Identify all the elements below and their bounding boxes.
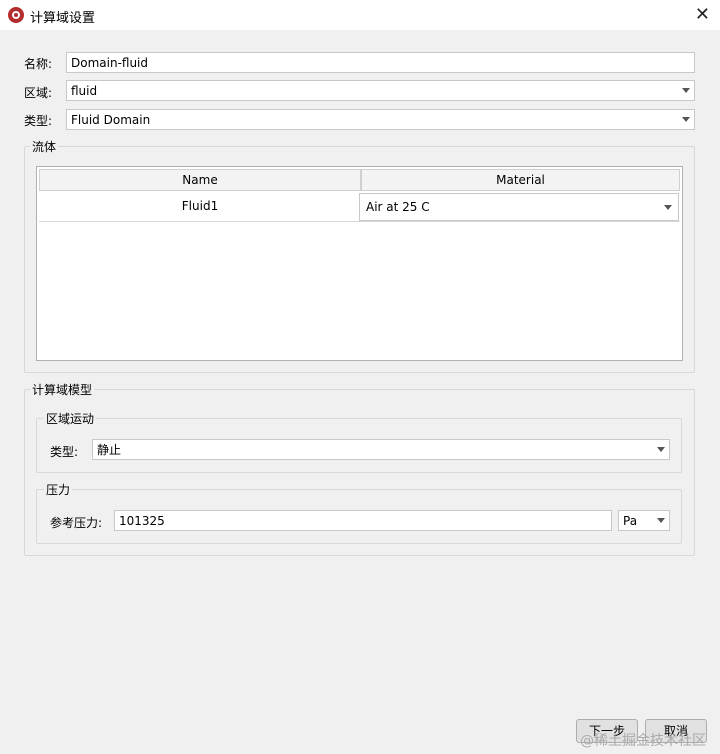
- name-input[interactable]: Domain-fluid: [66, 52, 695, 73]
- pressure-unit-select[interactable]: Pa: [618, 510, 670, 531]
- motion-group-title: 区域运动: [44, 410, 97, 427]
- type-select[interactable]: Fluid Domain: [66, 109, 695, 130]
- table-cell-fluid-name[interactable]: Fluid1: [39, 191, 361, 221]
- name-label: 名称:: [24, 57, 53, 71]
- chevron-down-icon: [664, 205, 672, 210]
- material-select-value: Air at 25 C: [366, 200, 430, 214]
- region-label: 区域:: [24, 86, 53, 100]
- chevron-down-icon: [682, 88, 690, 93]
- type-label: 类型:: [24, 114, 53, 128]
- domain-model-group-title: 计算域模型: [30, 381, 95, 398]
- window-title: 计算域设置: [30, 11, 96, 26]
- chevron-down-icon: [657, 447, 665, 452]
- app-logo-icon: [8, 7, 24, 23]
- title-bar: 计算域设置 ✕: [0, 0, 720, 30]
- type-select-value: Fluid Domain: [71, 113, 151, 127]
- region-select-value: fluid: [71, 84, 98, 98]
- motion-type-select[interactable]: 静止: [92, 439, 670, 460]
- table-header-name[interactable]: Name: [39, 169, 361, 191]
- reference-pressure-label: 参考压力:: [50, 516, 103, 530]
- pressure-group-title: 压力: [44, 481, 73, 498]
- close-icon[interactable]: ✕: [695, 4, 710, 25]
- material-select[interactable]: Air at 25 C: [359, 193, 679, 221]
- watermark-text: @稀土掘金技术社区: [580, 733, 706, 749]
- region-select[interactable]: fluid: [66, 80, 695, 101]
- motion-type-label: 类型:: [50, 445, 79, 459]
- chevron-down-icon: [682, 117, 690, 122]
- reference-pressure-input[interactable]: 101325: [114, 510, 612, 531]
- fluid-table: Name Material Fluid1 Air at 25 C: [36, 166, 683, 361]
- table-header-material[interactable]: Material: [361, 169, 680, 191]
- table-row-divider: [39, 221, 680, 222]
- fluid-group-title: 流体: [30, 138, 59, 155]
- motion-type-value: 静止: [97, 443, 122, 457]
- pressure-unit-value: Pa: [623, 514, 638, 528]
- chevron-down-icon: [657, 518, 665, 523]
